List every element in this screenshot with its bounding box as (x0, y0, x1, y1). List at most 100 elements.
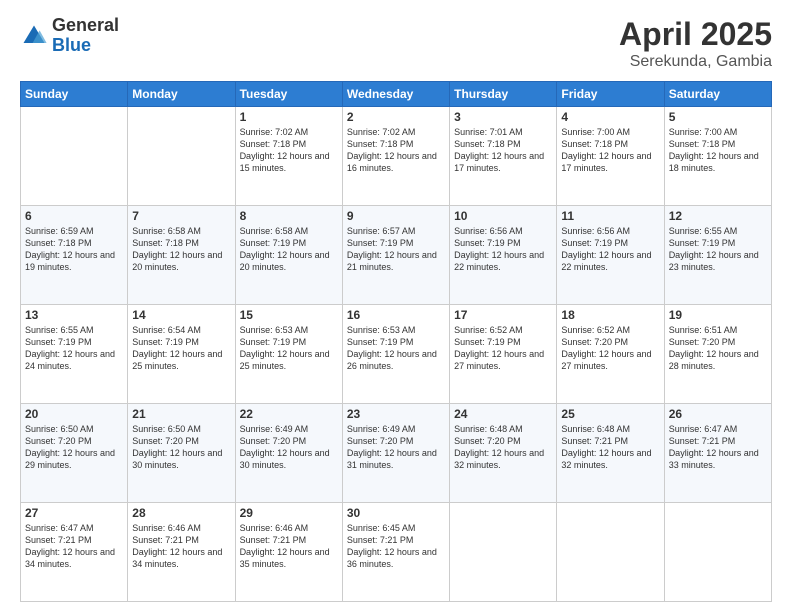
calendar-cell-w2-d3: 16 Sunrise: 6:53 AM Sunset: 7:19 PM Dayli… (342, 305, 449, 404)
day-number: 12 (669, 209, 767, 223)
day-number: 27 (25, 506, 123, 520)
calendar-cell-w1-d1: 7 Sunrise: 6:58 AM Sunset: 7:18 PM Daylig… (128, 206, 235, 305)
day-info: Sunrise: 6:51 AM Sunset: 7:20 PM Dayligh… (669, 324, 767, 373)
calendar-cell-w0-d1 (128, 107, 235, 206)
day-info: Sunrise: 6:53 AM Sunset: 7:19 PM Dayligh… (240, 324, 338, 373)
day-number: 5 (669, 110, 767, 124)
day-info: Sunrise: 7:02 AM Sunset: 7:18 PM Dayligh… (347, 126, 445, 175)
day-number: 11 (561, 209, 659, 223)
day-number: 24 (454, 407, 552, 421)
day-number: 3 (454, 110, 552, 124)
title-month: April 2025 (619, 16, 772, 53)
calendar-week-row-3: 20 Sunrise: 6:50 AM Sunset: 7:20 PM Dayli… (21, 404, 772, 503)
day-info: Sunrise: 6:55 AM Sunset: 7:19 PM Dayligh… (669, 225, 767, 274)
col-tuesday: Tuesday (235, 82, 342, 107)
day-info: Sunrise: 6:49 AM Sunset: 7:20 PM Dayligh… (240, 423, 338, 472)
day-number: 10 (454, 209, 552, 223)
day-number: 17 (454, 308, 552, 322)
calendar-cell-w2-d5: 18 Sunrise: 6:52 AM Sunset: 7:20 PM Dayli… (557, 305, 664, 404)
day-number: 21 (132, 407, 230, 421)
day-info: Sunrise: 6:46 AM Sunset: 7:21 PM Dayligh… (240, 522, 338, 571)
day-info: Sunrise: 6:52 AM Sunset: 7:20 PM Dayligh… (561, 324, 659, 373)
calendar-cell-w3-d5: 25 Sunrise: 6:48 AM Sunset: 7:21 PM Dayli… (557, 404, 664, 503)
calendar-cell-w0-d5: 4 Sunrise: 7:00 AM Sunset: 7:18 PM Daylig… (557, 107, 664, 206)
calendar-header-row: Sunday Monday Tuesday Wednesday Thursday… (21, 82, 772, 107)
day-info: Sunrise: 6:55 AM Sunset: 7:19 PM Dayligh… (25, 324, 123, 373)
day-number: 22 (240, 407, 338, 421)
calendar-cell-w1-d2: 8 Sunrise: 6:58 AM Sunset: 7:19 PM Daylig… (235, 206, 342, 305)
day-number: 13 (25, 308, 123, 322)
day-number: 4 (561, 110, 659, 124)
calendar-cell-w3-d2: 22 Sunrise: 6:49 AM Sunset: 7:20 PM Dayli… (235, 404, 342, 503)
calendar-cell-w3-d6: 26Sunrise: 6:47 AM Sunset: 7:21 PM Dayli… (664, 404, 771, 503)
day-info: Sunrise: 7:00 AM Sunset: 7:18 PM Dayligh… (561, 126, 659, 175)
calendar-cell-w2-d0: 13 Sunrise: 6:55 AM Sunset: 7:19 PM Dayli… (21, 305, 128, 404)
calendar-cell-w4-d2: 29 Sunrise: 6:46 AM Sunset: 7:21 PM Dayli… (235, 503, 342, 602)
day-info: Sunrise: 6:53 AM Sunset: 7:19 PM Dayligh… (347, 324, 445, 373)
col-monday: Monday (128, 82, 235, 107)
day-info: Sunrise: 6:59 AM Sunset: 7:18 PM Dayligh… (25, 225, 123, 274)
day-number: 6 (25, 209, 123, 223)
calendar-cell-w4-d6 (664, 503, 771, 602)
calendar-cell-w3-d1: 21 Sunrise: 6:50 AM Sunset: 7:20 PM Dayli… (128, 404, 235, 503)
day-info: Sunrise: 6:56 AM Sunset: 7:19 PM Dayligh… (561, 225, 659, 274)
calendar-cell-w4-d1: 28Sunrise: 6:46 AM Sunset: 7:21 PM Dayli… (128, 503, 235, 602)
day-info: Sunrise: 7:01 AM Sunset: 7:18 PM Dayligh… (454, 126, 552, 175)
calendar-cell-w3-d0: 20 Sunrise: 6:50 AM Sunset: 7:20 PM Dayli… (21, 404, 128, 503)
day-number: 25 (561, 407, 659, 421)
day-info: Sunrise: 6:46 AM Sunset: 7:21 PM Dayligh… (132, 522, 230, 571)
calendar-cell-w1-d0: 6 Sunrise: 6:59 AM Sunset: 7:18 PM Daylig… (21, 206, 128, 305)
day-info: Sunrise: 6:52 AM Sunset: 7:19 PM Dayligh… (454, 324, 552, 373)
day-info: Sunrise: 6:45 AM Sunset: 7:21 PM Dayligh… (347, 522, 445, 571)
title-location: Serekunda, Gambia (619, 53, 772, 71)
logo: General Blue (20, 16, 119, 56)
calendar-cell-w0-d6: 5Sunrise: 7:00 AM Sunset: 7:18 PM Daylig… (664, 107, 771, 206)
calendar-cell-w3-d4: 24Sunrise: 6:48 AM Sunset: 7:20 PM Dayli… (450, 404, 557, 503)
col-thursday: Thursday (450, 82, 557, 107)
calendar-cell-w4-d0: 27Sunrise: 6:47 AM Sunset: 7:21 PM Dayli… (21, 503, 128, 602)
calendar-cell-w1-d5: 11 Sunrise: 6:56 AM Sunset: 7:19 PM Dayli… (557, 206, 664, 305)
day-number: 18 (561, 308, 659, 322)
calendar-cell-w0-d3: 2 Sunrise: 7:02 AM Sunset: 7:18 PM Daylig… (342, 107, 449, 206)
col-friday: Friday (557, 82, 664, 107)
day-info: Sunrise: 6:47 AM Sunset: 7:21 PM Dayligh… (669, 423, 767, 472)
day-info: Sunrise: 6:57 AM Sunset: 7:19 PM Dayligh… (347, 225, 445, 274)
calendar-week-row-4: 27Sunrise: 6:47 AM Sunset: 7:21 PM Dayli… (21, 503, 772, 602)
calendar-cell-w4-d4 (450, 503, 557, 602)
day-number: 23 (347, 407, 445, 421)
day-number: 8 (240, 209, 338, 223)
page: General Blue April 2025 Serekunda, Gambi… (0, 0, 792, 612)
day-info: Sunrise: 6:48 AM Sunset: 7:21 PM Dayligh… (561, 423, 659, 472)
calendar-cell-w1-d6: 12 Sunrise: 6:55 AM Sunset: 7:19 PM Dayli… (664, 206, 771, 305)
calendar-cell-w3-d3: 23 Sunrise: 6:49 AM Sunset: 7:20 PM Dayli… (342, 404, 449, 503)
day-info: Sunrise: 6:54 AM Sunset: 7:19 PM Dayligh… (132, 324, 230, 373)
day-number: 20 (25, 407, 123, 421)
day-number: 19 (669, 308, 767, 322)
day-number: 7 (132, 209, 230, 223)
calendar-cell-w4-d3: 30 Sunrise: 6:45 AM Sunset: 7:21 PM Dayli… (342, 503, 449, 602)
day-info: Sunrise: 6:58 AM Sunset: 7:18 PM Dayligh… (132, 225, 230, 274)
logo-general-text: General (52, 16, 119, 36)
day-info: Sunrise: 6:50 AM Sunset: 7:20 PM Dayligh… (132, 423, 230, 472)
calendar-cell-w0-d0 (21, 107, 128, 206)
day-info: Sunrise: 6:58 AM Sunset: 7:19 PM Dayligh… (240, 225, 338, 274)
title-block: April 2025 Serekunda, Gambia (619, 16, 772, 71)
day-number: 14 (132, 308, 230, 322)
day-number: 2 (347, 110, 445, 124)
day-info: Sunrise: 6:49 AM Sunset: 7:20 PM Dayligh… (347, 423, 445, 472)
calendar-cell-w2-d6: 19 Sunrise: 6:51 AM Sunset: 7:20 PM Dayli… (664, 305, 771, 404)
calendar-week-row-0: 1Sunrise: 7:02 AM Sunset: 7:18 PM Daylig… (21, 107, 772, 206)
day-number: 29 (240, 506, 338, 520)
day-info: Sunrise: 6:50 AM Sunset: 7:20 PM Dayligh… (25, 423, 123, 472)
day-number: 16 (347, 308, 445, 322)
calendar-table: Sunday Monday Tuesday Wednesday Thursday… (20, 81, 772, 602)
day-info: Sunrise: 6:56 AM Sunset: 7:19 PM Dayligh… (454, 225, 552, 274)
day-number: 30 (347, 506, 445, 520)
calendar-cell-w0-d4: 3 Sunrise: 7:01 AM Sunset: 7:18 PM Daylig… (450, 107, 557, 206)
calendar-cell-w4-d5 (557, 503, 664, 602)
day-number: 9 (347, 209, 445, 223)
day-info: Sunrise: 7:02 AM Sunset: 7:18 PM Dayligh… (240, 126, 338, 175)
col-wednesday: Wednesday (342, 82, 449, 107)
calendar-cell-w2-d1: 14 Sunrise: 6:54 AM Sunset: 7:19 PM Dayli… (128, 305, 235, 404)
day-number: 15 (240, 308, 338, 322)
